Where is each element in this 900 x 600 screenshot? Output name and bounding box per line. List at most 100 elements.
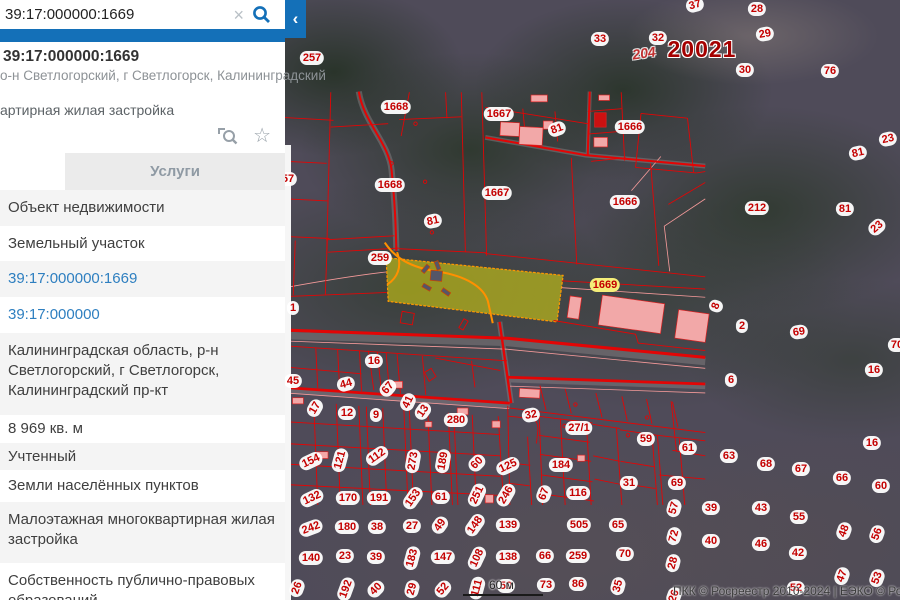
parcel-label[interactable]: 251 <box>466 481 489 509</box>
parcel-label[interactable]: 70 <box>616 547 634 561</box>
parcel-label[interactable]: 33 <box>591 32 609 46</box>
parcel-label[interactable]: 81 <box>546 119 568 138</box>
parcel-label[interactable]: 28 <box>748 2 766 16</box>
parcel-label[interactable]: 148 <box>462 511 487 539</box>
parcel-label[interactable]: 139 <box>496 518 520 532</box>
parcel-label[interactable]: 49 <box>429 514 451 537</box>
search-icon[interactable] <box>252 5 271 24</box>
parcel-label[interactable]: 257 <box>300 51 324 65</box>
parcel-label[interactable]: 45 <box>285 374 302 388</box>
parcel-label[interactable]: 23 <box>336 549 354 563</box>
parcel-label[interactable]: 121 <box>330 446 350 473</box>
parcel-label[interactable]: 39 <box>702 501 720 515</box>
parcel-label[interactable]: 67 <box>534 483 553 505</box>
parcel-label[interactable]: 20021 <box>665 42 740 56</box>
parcel-label[interactable]: 66 <box>833 471 851 485</box>
parcel-label[interactable]: 1669 <box>590 278 620 292</box>
parcel-label[interactable]: 39 <box>367 550 385 564</box>
parcel-label[interactable]: 30 <box>736 63 754 77</box>
parcel-label[interactable]: 40 <box>702 534 720 548</box>
parcel-label[interactable]: 183 <box>402 544 422 571</box>
parcel-label[interactable]: 59 <box>637 432 655 446</box>
parcel-label[interactable]: 68 <box>757 457 775 471</box>
parcel-label[interactable]: 189 <box>434 448 452 474</box>
parcel-label[interactable]: 147 <box>431 550 455 564</box>
star-icon[interactable]: ☆ <box>253 126 271 146</box>
parcel-label[interactable]: 57 <box>665 497 683 518</box>
parcel-label[interactable]: 52 <box>432 578 454 600</box>
parcel-label[interactable]: 1666 <box>615 120 645 134</box>
parcel-label[interactable]: 1666 <box>610 195 640 209</box>
parcel-label[interactable]: 1 <box>287 301 299 315</box>
parcel-label[interactable]: 259 <box>566 549 590 563</box>
parcel-label[interactable]: 8 <box>707 298 724 314</box>
parcel-label[interactable]: 23 <box>878 130 899 147</box>
parcel-label[interactable]: 180 <box>335 520 359 534</box>
parcel-label[interactable]: 65 <box>609 518 627 532</box>
parcel-label[interactable]: 86 <box>569 577 587 591</box>
parcel-label[interactable]: 72 <box>665 525 683 546</box>
parcel-label[interactable]: 16 <box>865 363 883 377</box>
parcel-label[interactable]: 116 <box>566 486 590 500</box>
parcel-label[interactable]: 29 <box>755 26 775 43</box>
tab-services[interactable]: Услуги <box>65 153 285 190</box>
parcel-label[interactable]: 35 <box>609 575 627 596</box>
parcel-label[interactable]: 81 <box>848 144 869 161</box>
parcel-label[interactable]: 63 <box>720 449 738 463</box>
parcel-label[interactable]: 112 <box>363 443 390 468</box>
parcel-label[interactable]: 16 <box>863 436 881 450</box>
parcel-link[interactable]: 39:17:000000 <box>0 297 285 333</box>
parcel-label[interactable]: 66 <box>536 549 554 563</box>
parcel-label[interactable]: 246 <box>494 481 518 509</box>
parcel-label[interactable]: 1668 <box>381 100 411 114</box>
parcel-label[interactable]: 81 <box>423 212 444 229</box>
parcel-label[interactable]: 1668 <box>375 178 405 192</box>
parcel-label[interactable]: 40 <box>365 578 388 600</box>
parcel-label[interactable]: 31 <box>620 476 638 490</box>
tab-info[interactable] <box>0 153 65 190</box>
parcel-label[interactable]: 67 <box>377 377 399 400</box>
parcel-label[interactable]: 76 <box>821 64 839 78</box>
parcel-label[interactable]: 60 <box>872 479 890 493</box>
parcel-label[interactable]: 27/1 <box>565 421 592 435</box>
parcel-label[interactable]: 48 <box>834 520 853 542</box>
parcel-label[interactable]: 44 <box>335 375 356 393</box>
parcel-label[interactable]: 132 <box>298 487 326 510</box>
parcel-label[interactable]: 1667 <box>482 186 512 200</box>
parcel-label[interactable]: 46 <box>752 537 770 551</box>
parcel-label[interactable]: 191 <box>367 491 391 505</box>
parcel-label[interactable]: 69 <box>789 324 809 340</box>
parcel-label[interactable]: 37 <box>684 0 705 14</box>
parcel-label[interactable]: 55 <box>790 510 808 524</box>
parcel-label[interactable]: 212 <box>745 201 769 215</box>
parcel-label[interactable]: 108 <box>466 544 489 572</box>
parcel-label[interactable]: 38 <box>368 520 386 534</box>
area-search-icon[interactable] <box>217 126 239 146</box>
parcel-label[interactable]: 192 <box>335 575 356 600</box>
collapse-sidebar-button[interactable]: ‹ <box>285 0 306 38</box>
parcel-label[interactable]: 1667 <box>484 107 514 121</box>
parcel-label[interactable]: 6 <box>725 373 737 387</box>
parcel-label[interactable]: 70 <box>888 338 900 352</box>
map[interactable]: 3728333220420021293076257166816678116662… <box>285 0 900 600</box>
parcel-label[interactable]: 43 <box>752 501 770 515</box>
parcel-label[interactable]: 16 <box>365 354 383 368</box>
parcel-label[interactable]: 154 <box>297 450 325 473</box>
parcel-label[interactable]: 273 <box>404 448 422 474</box>
parcel-label[interactable]: 57 <box>285 172 297 186</box>
parcel-label[interactable]: 280 <box>444 413 468 427</box>
parcel-label[interactable]: 29 <box>403 578 421 599</box>
parcel-label[interactable]: 2 <box>736 319 748 333</box>
search-input[interactable] <box>0 6 225 23</box>
parcel-label[interactable]: 184 <box>549 458 573 472</box>
parcel-label[interactable]: 138 <box>496 550 520 564</box>
parcel-label[interactable]: 61 <box>679 441 697 455</box>
parcel-label[interactable]: 27 <box>403 519 421 533</box>
parcel-label[interactable]: 125 <box>494 455 522 478</box>
parcel-label[interactable]: 56 <box>867 523 886 545</box>
parcel-label[interactable]: 505 <box>567 518 591 532</box>
parcel-label[interactable]: 28 <box>664 552 682 573</box>
parcel-label[interactable]: 81 <box>836 202 854 216</box>
parcel-label[interactable]: 259 <box>368 251 392 265</box>
parcel-label[interactable]: 13 <box>412 400 434 423</box>
